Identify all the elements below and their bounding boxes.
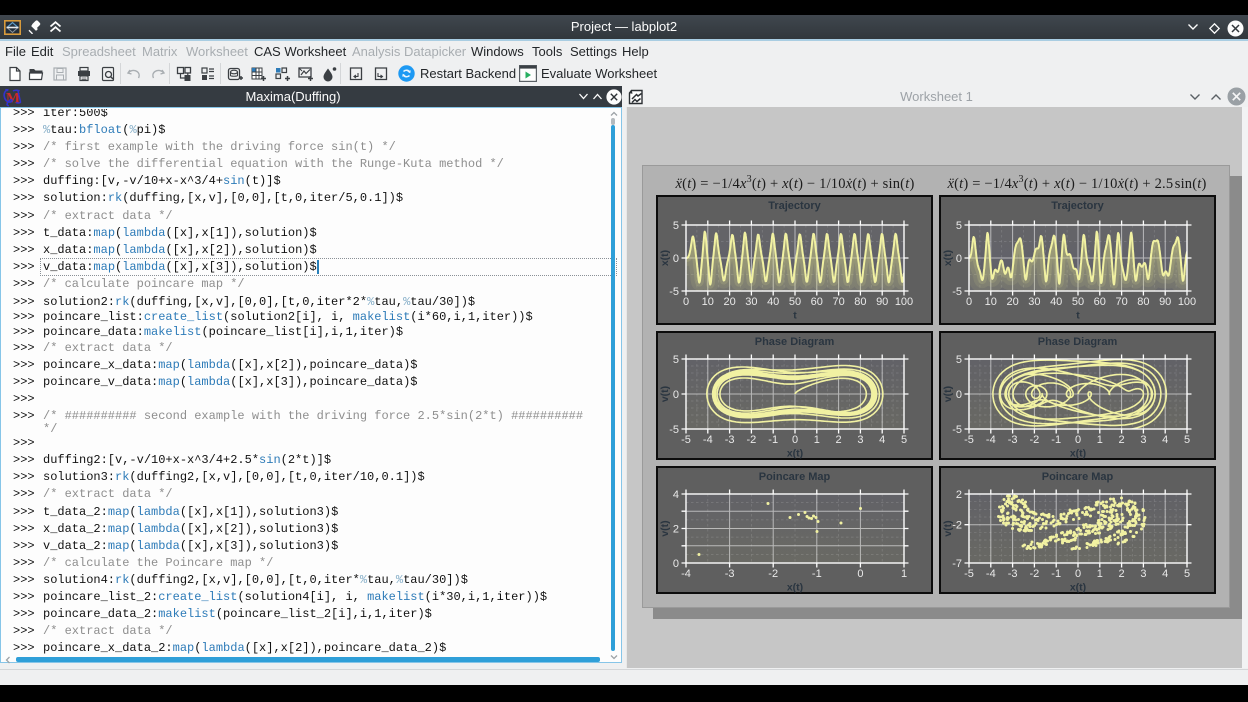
svg-text:5: 5 (673, 220, 679, 232)
svg-text:1: 1 (1096, 434, 1102, 446)
svg-text:70: 70 (1115, 296, 1127, 308)
svg-text:-4: -4 (985, 434, 995, 446)
svg-text:5: 5 (673, 354, 679, 366)
svg-text:0: 0 (673, 253, 679, 265)
svg-text:-5: -5 (669, 424, 679, 436)
svg-text:40: 40 (767, 296, 779, 308)
svg-text:2: 2 (836, 434, 842, 446)
svg-text:5: 5 (901, 434, 907, 446)
svg-text:-5: -5 (964, 568, 974, 580)
svg-text:5: 5 (955, 220, 961, 232)
svg-text:-2: -2 (1029, 434, 1039, 446)
svg-text:t: t (1076, 310, 1080, 322)
svg-text:Poincare Map: Poincare Map (1041, 471, 1113, 483)
svg-text:-2: -2 (1029, 568, 1039, 580)
svg-text:90: 90 (876, 296, 888, 308)
svg-text:-3: -3 (725, 434, 735, 446)
svg-text:5: 5 (955, 354, 961, 366)
svg-text:t: t (793, 310, 797, 322)
svg-text:x(t): x(t) (787, 582, 803, 594)
svg-text:0: 0 (792, 434, 798, 446)
svg-text:-7: -7 (952, 558, 962, 570)
svg-text:-3: -3 (725, 568, 735, 580)
svg-text:50: 50 (789, 296, 801, 308)
svg-text:x(t): x(t) (942, 250, 954, 266)
svg-text:0: 0 (673, 389, 679, 401)
svg-text:0: 0 (955, 253, 961, 265)
svg-text:Phase Diagram: Phase Diagram (1037, 336, 1117, 348)
svg-text:Poincare Map: Poincare Map (759, 471, 831, 483)
svg-text:0: 0 (955, 389, 961, 401)
svg-text:x(t): x(t) (787, 447, 803, 459)
svg-text:3: 3 (857, 434, 863, 446)
svg-text:50: 50 (1071, 296, 1083, 308)
svg-text:4: 4 (673, 489, 679, 501)
svg-text:-5: -5 (681, 434, 691, 446)
svg-text:-2: -2 (768, 568, 778, 580)
svg-text:4: 4 (1162, 568, 1168, 580)
svg-text:x(t): x(t) (1069, 582, 1085, 594)
svg-text:2: 2 (673, 524, 679, 536)
svg-text:2: 2 (1118, 568, 1124, 580)
svg-text:0: 0 (1074, 568, 1080, 580)
svg-text:-3: -3 (1007, 434, 1017, 446)
svg-text:30: 30 (1028, 296, 1040, 308)
svg-text:-4: -4 (985, 568, 995, 580)
svg-text:5: 5 (1183, 434, 1189, 446)
svg-text:1: 1 (814, 434, 820, 446)
svg-text:70: 70 (832, 296, 844, 308)
svg-text:80: 80 (1137, 296, 1149, 308)
svg-text:4: 4 (879, 434, 885, 446)
svg-text:Phase Diagram: Phase Diagram (755, 336, 835, 348)
svg-text:90: 90 (1159, 296, 1171, 308)
svg-text:100: 100 (1177, 296, 1195, 308)
svg-text:v(t): v(t) (659, 385, 671, 401)
svg-text:20: 20 (1006, 296, 1018, 308)
svg-text:Trajectory: Trajectory (1051, 200, 1104, 212)
svg-text:-2: -2 (747, 434, 757, 446)
svg-text:v(t): v(t) (942, 385, 954, 401)
svg-text:0: 0 (965, 296, 971, 308)
svg-text:-5: -5 (952, 424, 962, 436)
svg-text:Trajectory: Trajectory (768, 200, 821, 212)
svg-text:-1: -1 (812, 568, 822, 580)
svg-text:40: 40 (1050, 296, 1062, 308)
svg-text:20: 20 (723, 296, 735, 308)
svg-text:3: 3 (1140, 434, 1146, 446)
svg-text:-4: -4 (703, 434, 713, 446)
svg-text:0: 0 (1074, 434, 1080, 446)
svg-text:v(t): v(t) (942, 520, 954, 536)
svg-text:-1: -1 (1051, 568, 1061, 580)
svg-text:5: 5 (1183, 568, 1189, 580)
svg-text:-1: -1 (1051, 434, 1061, 446)
svg-text:x(t): x(t) (659, 250, 671, 266)
svg-text:x(t): x(t) (1069, 447, 1085, 459)
svg-text:v(t): v(t) (659, 520, 671, 536)
svg-text:0: 0 (857, 568, 863, 580)
svg-text:2: 2 (1118, 434, 1124, 446)
svg-text:0: 0 (673, 558, 679, 570)
svg-text:4: 4 (1162, 434, 1168, 446)
svg-text:100: 100 (895, 296, 913, 308)
svg-text:-1: -1 (768, 434, 778, 446)
svg-text:30: 30 (745, 296, 757, 308)
svg-text:60: 60 (811, 296, 823, 308)
svg-text:2: 2 (955, 489, 961, 501)
svg-text:-5: -5 (669, 286, 679, 298)
svg-text:10: 10 (984, 296, 996, 308)
svg-text:0: 0 (683, 296, 689, 308)
svg-text:-5: -5 (964, 434, 974, 446)
svg-text:-3: -3 (1007, 568, 1017, 580)
svg-text:-5: -5 (952, 286, 962, 298)
svg-text:1: 1 (901, 568, 907, 580)
svg-text:-4: -4 (681, 568, 691, 580)
svg-text:60: 60 (1093, 296, 1105, 308)
svg-text:10: 10 (702, 296, 714, 308)
svg-text:3: 3 (1140, 568, 1146, 580)
svg-text:80: 80 (854, 296, 866, 308)
svg-text:1: 1 (1096, 568, 1102, 580)
